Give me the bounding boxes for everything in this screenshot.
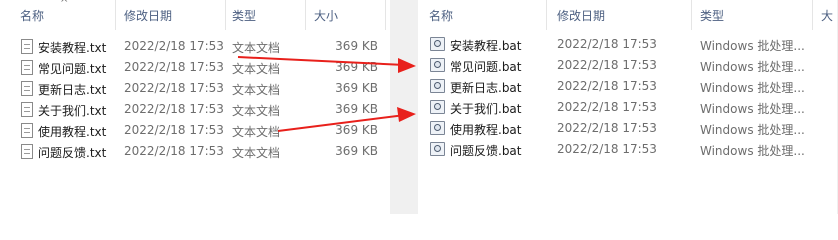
txt-file-list: ^ 名称 修改日期 类型 大小 安装教程.txt 2022/2/18 17:53…: [0, 0, 390, 214]
batch-file-icon: [430, 37, 445, 51]
gear-icon: [434, 103, 441, 110]
sort-caret-icon[interactable]: ^: [60, 0, 68, 9]
column-divider[interactable]: [385, 0, 386, 30]
batch-file-icon: [430, 79, 445, 93]
file-name: 使用教程.bat: [450, 123, 522, 137]
file-date: 2022/2/18 17:53: [557, 121, 657, 135]
text-file-icon: [21, 39, 33, 54]
file-date: 2022/2/18 17:53: [124, 39, 224, 53]
file-date: 2022/2/18 17:53: [557, 79, 657, 93]
file-size: 369 KB: [335, 102, 378, 116]
file-row[interactable]: 安装教程.bat 2022/2/18 17:53 Windows 批处理...: [418, 34, 838, 55]
batch-file-icon: [430, 58, 445, 72]
file-type: 文本文档: [232, 146, 281, 160]
file-name: 关于我们.bat: [450, 102, 522, 116]
file-date: 2022/2/18 17:53: [557, 142, 657, 156]
text-file-icon: [21, 123, 33, 138]
column-header-name[interactable]: 名称: [20, 7, 44, 24]
column-header-size[interactable]: 大小: [314, 7, 338, 24]
file-row[interactable]: 常见问题.txt 2022/2/18 17:53 文本文档 369 KB: [0, 57, 390, 78]
file-date: 2022/2/18 17:53: [124, 60, 224, 74]
column-divider[interactable]: [546, 0, 547, 30]
file-row[interactable]: 关于我们.txt 2022/2/18 17:53 文本文档 369 KB: [0, 99, 390, 120]
column-header-row: 名称 修改日期 类型 大: [418, 0, 838, 30]
file-type: 文本文档: [232, 104, 281, 118]
file-name: 常见问题.bat: [450, 60, 522, 74]
file-row[interactable]: 更新日志.bat 2022/2/18 17:53 Windows 批处理...: [418, 76, 838, 97]
file-type: Windows 批处理...: [700, 102, 805, 116]
column-header-date[interactable]: 修改日期: [557, 7, 605, 24]
batch-file-icon: [430, 121, 445, 135]
column-header-size[interactable]: 大: [821, 7, 833, 24]
file-name: 常见问题.txt: [38, 62, 107, 76]
gear-icon: [434, 145, 441, 152]
gear-icon: [434, 40, 441, 47]
file-row[interactable]: 问题反馈.bat 2022/2/18 17:53 Windows 批处理...: [418, 139, 838, 160]
file-type: 文本文档: [232, 62, 281, 76]
file-type: Windows 批处理...: [700, 123, 805, 137]
file-type: 文本文档: [232, 83, 281, 97]
file-type: Windows 批处理...: [700, 39, 805, 53]
column-divider[interactable]: [691, 0, 692, 30]
file-name: 关于我们.txt: [38, 104, 107, 118]
file-name: 更新日志.bat: [450, 81, 522, 95]
file-type: Windows 批处理...: [700, 60, 805, 74]
batch-file-icon: [430, 142, 445, 156]
batch-file-icon: [430, 100, 445, 114]
file-name: 问题反馈.bat: [450, 144, 522, 158]
file-name: 安装教程.bat: [450, 39, 522, 53]
gear-icon: [434, 61, 441, 68]
file-size: 369 KB: [335, 144, 378, 158]
file-row[interactable]: 关于我们.bat 2022/2/18 17:53 Windows 批处理...: [418, 97, 838, 118]
file-name: 使用教程.txt: [38, 125, 107, 139]
file-date: 2022/2/18 17:53: [124, 144, 224, 158]
window-gap: [390, 0, 418, 214]
column-divider[interactable]: [305, 0, 306, 30]
file-date: 2022/2/18 17:53: [124, 81, 224, 95]
file-name: 问题反馈.txt: [38, 146, 107, 160]
file-date: 2022/2/18 17:53: [124, 123, 224, 137]
file-date: 2022/2/18 17:53: [557, 58, 657, 72]
file-row[interactable]: 更新日志.txt 2022/2/18 17:53 文本文档 369 KB: [0, 78, 390, 99]
file-size: 369 KB: [335, 39, 378, 53]
column-divider[interactable]: [115, 0, 116, 30]
file-row[interactable]: 使用教程.txt 2022/2/18 17:53 文本文档 369 KB: [0, 120, 390, 141]
bat-file-list: 名称 修改日期 类型 大 安装教程.bat 2022/2/18 17:53 Wi…: [418, 0, 838, 214]
text-file-icon: [21, 102, 33, 117]
file-row[interactable]: 安装教程.txt 2022/2/18 17:53 文本文档 369 KB: [0, 36, 390, 57]
column-divider[interactable]: [812, 0, 813, 30]
file-date: 2022/2/18 17:53: [557, 100, 657, 114]
file-name: 安装教程.txt: [38, 41, 107, 55]
text-file-icon: [21, 144, 33, 159]
column-header-type[interactable]: 类型: [700, 7, 724, 24]
column-header-name[interactable]: 名称: [429, 7, 453, 24]
file-date: 2022/2/18 17:53: [124, 102, 224, 116]
gear-icon: [434, 82, 441, 89]
file-type: Windows 批处理...: [700, 81, 805, 95]
file-date: 2022/2/18 17:53: [557, 37, 657, 51]
column-header-date[interactable]: 修改日期: [124, 7, 172, 24]
text-file-icon: [21, 81, 33, 96]
column-header-type[interactable]: 类型: [232, 7, 256, 24]
file-row[interactable]: 常见问题.bat 2022/2/18 17:53 Windows 批处理...: [418, 55, 838, 76]
file-row[interactable]: 问题反馈.txt 2022/2/18 17:53 文本文档 369 KB: [0, 141, 390, 162]
file-type: 文本文档: [232, 125, 281, 139]
column-header-row: ^ 名称 修改日期 类型 大小: [0, 0, 390, 30]
text-file-icon: [21, 60, 33, 75]
file-row[interactable]: 使用教程.bat 2022/2/18 17:53 Windows 批处理...: [418, 118, 838, 139]
file-size: 369 KB: [335, 60, 378, 74]
file-type: Windows 批处理...: [700, 144, 805, 158]
file-size: 369 KB: [335, 123, 378, 137]
file-size: 369 KB: [335, 81, 378, 95]
column-divider[interactable]: [225, 0, 226, 30]
gear-icon: [434, 124, 441, 131]
file-name: 更新日志.txt: [38, 83, 107, 97]
file-type: 文本文档: [232, 41, 281, 55]
